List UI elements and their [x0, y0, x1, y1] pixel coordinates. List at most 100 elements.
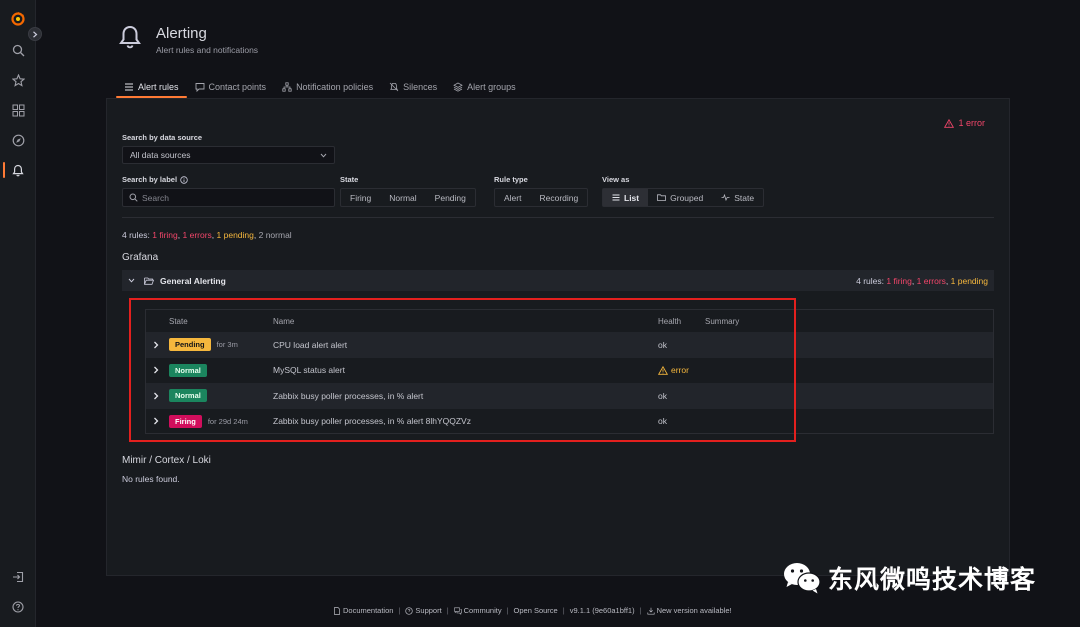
heart-rate-icon: [721, 194, 730, 201]
view-as-label: View as: [602, 175, 630, 184]
datasource-select-value: All data sources: [130, 150, 191, 160]
alert-rules-panel: 1 error Search by data source All data s…: [106, 98, 1010, 576]
rule-group-name: General Alerting: [160, 275, 226, 286]
tab-notification-policies[interactable]: Notification policies: [274, 77, 381, 97]
side-nav: [0, 0, 36, 627]
rules-summary: 4 rules: 1 firing, 1 errors, 1 pending, …: [122, 230, 292, 240]
info-circle-icon[interactable]: [180, 175, 188, 184]
label-search-input[interactable]: [142, 192, 322, 203]
nav-active-indicator: [3, 162, 5, 178]
search-icon[interactable]: [8, 40, 28, 60]
view-option-state[interactable]: State: [712, 189, 763, 206]
table-row[interactable]: Normal Zabbix busy poller processes, in …: [146, 383, 993, 409]
expand-row-icon[interactable]: [146, 417, 166, 425]
download-alt-icon: [647, 607, 655, 615]
rule-health-error[interactable]: error: [658, 365, 705, 375]
state-badge-normal: Normal: [169, 363, 207, 377]
rule-health: ok: [658, 390, 667, 401]
list-icon: [612, 194, 620, 201]
no-rules-message: No rules found.: [122, 474, 180, 484]
state-option-firing[interactable]: Firing: [341, 189, 380, 206]
state-filter-label: State: [340, 175, 359, 184]
expand-nav-button[interactable]: [28, 27, 42, 41]
footer-documentation-link[interactable]: Documentation: [333, 606, 393, 615]
footer-separator: |: [446, 606, 449, 615]
expand-row-icon[interactable]: [146, 366, 166, 374]
table-row[interactable]: Firing for 29d 24m Zabbix busy poller pr…: [146, 409, 993, 435]
footer-open-source-link[interactable]: Open Source: [514, 606, 558, 615]
table-row[interactable]: Pending for 3m CPU load alert alert ok: [146, 332, 993, 358]
datasource-select[interactable]: All data sources: [122, 146, 335, 164]
summary-pending: 1 pending: [216, 230, 254, 240]
rule-name: Zabbix busy poller processes, in % alert: [273, 390, 424, 401]
group-stats-firing: 1 firing: [886, 275, 912, 286]
view-option-grouped[interactable]: Grouped: [648, 189, 712, 206]
rule-type-option-alert[interactable]: Alert: [495, 189, 530, 206]
explore-icon[interactable]: [8, 130, 28, 150]
footer-support-label: Support: [415, 606, 442, 615]
tab-silences[interactable]: Silences: [381, 77, 445, 97]
tab-label: Notification policies: [296, 82, 374, 92]
rule-type-group: Alert Recording: [494, 188, 589, 207]
starred-icon[interactable]: [8, 70, 28, 90]
label-filter-text: Search by label: [122, 175, 178, 184]
question-circle-icon: [405, 606, 414, 615]
folder-icon: [657, 194, 667, 201]
view-option-list[interactable]: List: [603, 189, 649, 206]
rule-type-label: Rule type: [494, 175, 528, 184]
sign-in-icon[interactable]: [8, 567, 28, 587]
help-icon[interactable]: [8, 597, 28, 617]
rule-group-header[interactable]: General Alerting 4 rules: 1 firing, 1 er…: [122, 270, 994, 291]
state-badge-normal: Normal: [169, 389, 207, 403]
footer-new-version-label: New version available!: [656, 606, 732, 615]
chevron-right-icon: [33, 30, 38, 38]
errors-count: 1 error: [958, 118, 985, 128]
rule-health-text: error: [671, 365, 689, 376]
dashboards-icon[interactable]: [8, 100, 28, 120]
summary-firing: 1 firing: [152, 230, 178, 240]
table-row[interactable]: Normal MySQL status alert error: [146, 358, 993, 384]
page-title: Alerting: [156, 25, 207, 42]
document-info-icon: [334, 606, 340, 615]
tab-contact-points[interactable]: Contact points: [187, 77, 275, 97]
state-option-normal[interactable]: Normal: [380, 189, 425, 206]
footer-new-version-link[interactable]: New version available!: [647, 606, 732, 615]
footer: Documentation | Support | Community | Op…: [333, 606, 732, 615]
group-stats-pending: 1 pending: [950, 275, 988, 286]
footer-support-link[interactable]: Support: [405, 606, 442, 615]
footer-separator: |: [639, 606, 642, 615]
header-name: Name: [273, 316, 295, 326]
alerting-tabs: Alert rules Contact points Notification …: [116, 77, 524, 98]
filters-divider: [122, 217, 994, 218]
rule-type-option-recording[interactable]: Recording: [530, 189, 587, 206]
alerting-icon[interactable]: [8, 160, 28, 180]
search-icon: [129, 193, 138, 202]
watermark-text: 东风微鸣技术博客: [828, 565, 1037, 594]
header-health: Health: [658, 316, 682, 326]
footer-community-link[interactable]: Community: [453, 606, 502, 615]
grafana-logo-icon[interactable]: [8, 9, 28, 29]
tab-label: Alert rules: [138, 82, 179, 92]
bell-slash-icon: [389, 82, 399, 92]
expand-row-icon[interactable]: [146, 341, 166, 349]
tab-label: Silences: [403, 82, 438, 92]
tab-alert-rules[interactable]: Alert rules: [116, 77, 187, 98]
state-badge-firing: Firing: [169, 414, 202, 428]
view-option-label: State: [734, 192, 755, 203]
group-stats-errors: 1 errors: [916, 275, 946, 286]
rule-name: Zabbix busy poller processes, in % alert…: [273, 416, 471, 427]
summary-prefix: 4 rules:: [122, 230, 153, 240]
footer-separator: |: [562, 606, 565, 615]
expand-row-icon[interactable]: [146, 392, 166, 400]
mimir-section-title: Mimir / Cortex / Loki: [122, 455, 211, 466]
state-option-pending[interactable]: Pending: [426, 189, 475, 206]
errors-toggle[interactable]: 1 error: [944, 118, 985, 128]
tab-label: Alert groups: [467, 82, 516, 92]
summary-normal: 2 normal: [258, 230, 292, 240]
view-option-label: List: [624, 192, 640, 203]
datasource-filter-label: Search by data source: [122, 133, 203, 142]
chevron-down-icon[interactable]: [128, 278, 135, 283]
rule-health: ok: [658, 416, 667, 427]
tab-alert-groups[interactable]: Alert groups: [445, 77, 524, 97]
label-search-field[interactable]: [122, 188, 335, 207]
